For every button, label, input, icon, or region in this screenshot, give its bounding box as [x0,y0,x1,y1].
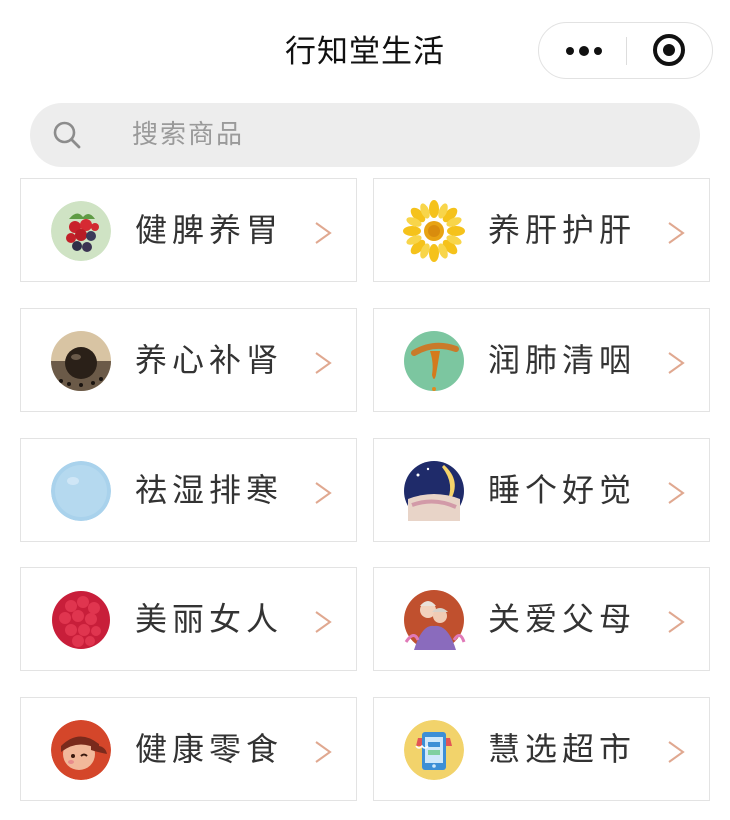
store-phone-icon [404,720,464,780]
category-label: 润肺清咽 [488,341,637,379]
chevron-right-icon [668,611,685,633]
category-card[interactable]: 润肺清咽 [373,308,710,412]
category-grid: 健脾养胃 养肝护肝 养心补肾 润肺清咽 祛湿排寒 睡个好觉 美丽女人 关爱父母 … [0,0,730,820]
category-card[interactable]: 祛湿排寒 [20,438,357,542]
category-label: 养心补肾 [135,341,284,379]
chevron-right-icon [315,352,332,374]
category-label: 慧选超市 [488,730,637,768]
chevron-right-icon [668,352,685,374]
chevron-right-icon [315,611,332,633]
chevron-right-icon [668,222,685,244]
berries-icon [51,201,111,261]
chevron-right-icon [315,482,332,504]
elderly-couple-icon [404,590,466,650]
category-card[interactable]: 睡个好觉 [373,438,710,542]
moon-night-icon [404,461,464,521]
category-label: 祛湿排寒 [135,471,284,509]
blue-balloon-icon [51,461,111,521]
category-label: 健脾养胃 [135,211,284,249]
category-card[interactable]: 健脾养胃 [20,178,357,282]
category-card[interactable]: 慧选超市 [373,697,710,801]
category-card[interactable]: 养心补肾 [20,308,357,412]
chevron-right-icon [668,741,685,763]
category-label: 健康零食 [135,730,284,768]
raspberry-icon [52,591,110,649]
cartoon-face-icon [51,720,111,780]
honey-spoon-icon [404,331,464,391]
sunflower-icon [403,200,465,262]
black-bead-icon [51,331,111,391]
category-card[interactable]: 养肝护肝 [373,178,710,282]
category-label: 睡个好觉 [488,471,637,509]
category-label: 美丽女人 [135,600,284,638]
chevron-right-icon [315,222,332,244]
category-card[interactable]: 美丽女人 [20,567,357,671]
chevron-right-icon [668,482,685,504]
category-label: 养肝护肝 [488,211,637,249]
category-card[interactable]: 健康零食 [20,697,357,801]
chevron-right-icon [315,741,332,763]
category-label: 关爱父母 [488,600,637,638]
category-card[interactable]: 关爱父母 [373,567,710,671]
